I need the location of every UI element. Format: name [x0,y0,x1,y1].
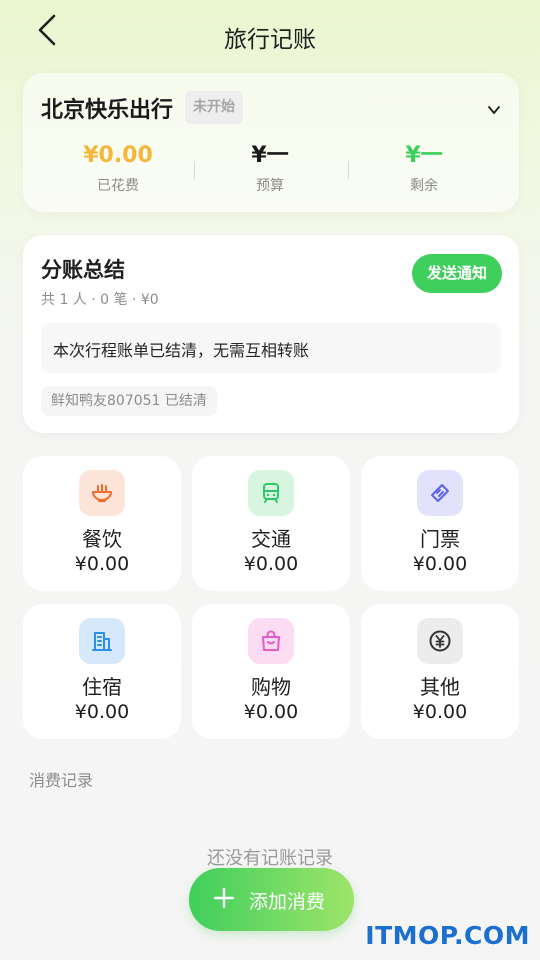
trip-card[interactable]: 北京快乐出行 未开始 ¥0.00 已花费 ¥一 预算 ¥一 剩余 [23,73,519,212]
category-name: 购物 [251,675,291,699]
shopping-bag-icon [248,618,294,664]
empty-records-text: 还没有记账记录 [207,848,333,869]
settlement-message: 本次行程账单已结清，无需互相转账 [53,341,310,360]
member-status-chip: 鲜知鸭友807051 已结清 [41,386,217,416]
add-expense-button[interactable]: 添加消费 [189,868,354,931]
chevron-down-icon[interactable] [487,103,501,117]
watermark: ITMOP.COM [365,921,530,950]
building-icon [79,618,125,664]
stat-remaining-label: 剩余 [410,178,438,194]
top-bar: 旅行记账 [0,0,540,72]
category-shopping[interactable]: 购物 ¥0.00 [192,604,350,739]
page-title: 旅行记账 [224,27,316,53]
split-summary-text: 共 1 人 · 0 笔 · ¥0 [41,292,159,308]
stat-budget-value: ¥一 [251,143,289,168]
send-notification-button[interactable]: 发送通知 [412,254,502,293]
stat-remaining-value: ¥一 [405,143,443,168]
settlement-message-box: 本次行程账单已结清，无需互相转账 [41,323,501,373]
category-dining[interactable]: 餐饮 ¥0.00 [23,456,181,591]
noodle-bowl-icon [79,470,125,516]
category-transport[interactable]: 交通 ¥0.00 [192,456,350,591]
ticket-icon [417,470,463,516]
category-name: 餐饮 [82,527,122,551]
plus-icon [213,887,235,909]
category-amount: ¥0.00 [74,701,130,723]
trip-name: 北京快乐出行 [41,98,174,123]
category-amount: ¥0.00 [412,701,468,723]
train-icon [248,470,294,516]
category-name: 交通 [251,527,291,551]
records-section-label: 消费记录 [29,771,94,790]
category-amount: ¥0.00 [412,553,468,575]
trip-status-badge: 未开始 [185,91,243,124]
category-lodging[interactable]: 住宿 ¥0.00 [23,604,181,739]
stat-remaining: ¥一 剩余 [349,141,499,195]
stat-budget-label: 预算 [256,178,284,194]
stat-spent-value: ¥0.00 [83,143,153,168]
split-title: 分账总结 [41,258,125,282]
category-name: 其他 [420,675,460,699]
category-name: 住宿 [82,675,122,699]
category-amount: ¥0.00 [243,553,299,575]
stat-budget: ¥一 预算 [195,141,345,195]
split-summary-card: 分账总结 共 1 人 · 0 笔 · ¥0 发送通知 本次行程账单已结清，无需互… [23,235,519,433]
category-amount: ¥0.00 [243,701,299,723]
stat-spent: ¥0.00 已花费 [43,141,193,195]
category-tickets[interactable]: 门票 ¥0.00 [361,456,519,591]
category-name: 门票 [420,527,460,551]
category-other[interactable]: 其他 ¥0.00 [361,604,519,739]
category-amount: ¥0.00 [74,553,130,575]
add-expense-label: 添加消费 [249,891,326,913]
yuan-coin-icon [417,618,463,664]
stat-spent-label: 已花费 [97,178,139,194]
